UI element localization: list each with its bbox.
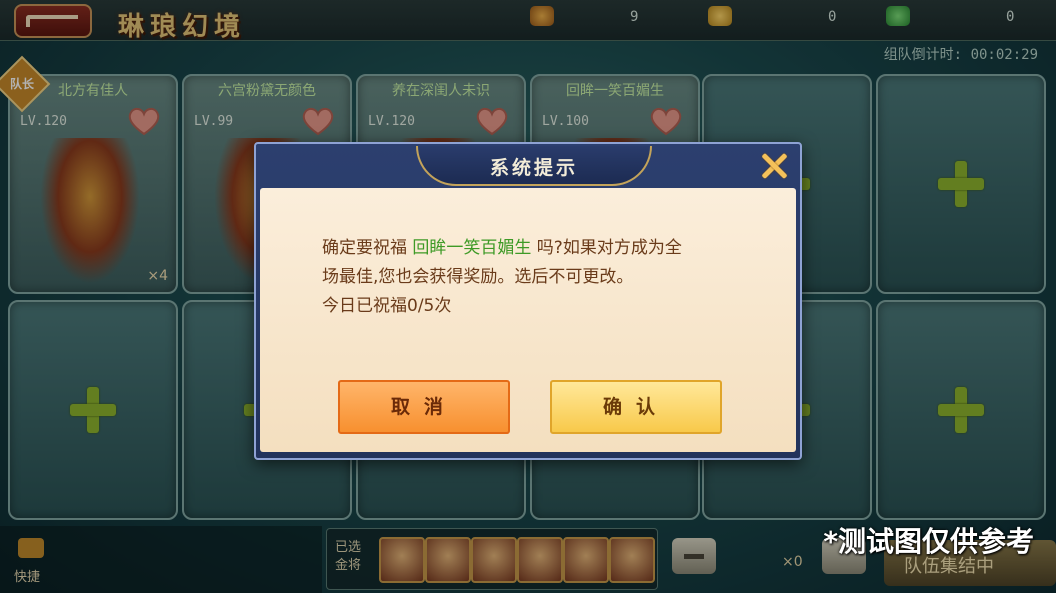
dialog-title-tab: 系统提示 <box>416 146 652 186</box>
bless-count-text: 今日已祝福0/5次 <box>322 296 452 316</box>
watermark-text: *测试图仅供参考 <box>823 525 1034 558</box>
target-player-name: 回眸一笑百媚生 <box>412 238 532 258</box>
dialog-body: 确定要祝福 回眸一笑百媚生 吗?如果对方成为全 场最佳,您也会获得奖励。选后不可… <box>260 188 796 452</box>
message-line-2: 场最佳,您也会获得奖励。选后不可更改。 <box>322 267 634 287</box>
system-prompt-dialog: 系统提示 确定要祝福 回眸一笑百媚生 吗?如果对方成为全 场最佳,您也会获得奖励… <box>254 142 802 460</box>
close-icon[interactable] <box>758 150 790 182</box>
cancel-button[interactable]: 取消 <box>338 380 510 434</box>
message-suffix: 吗?如果对方成为全 <box>531 238 682 258</box>
confirm-button[interactable]: 确认 <box>550 380 722 434</box>
dialog-message: 确定要祝福 回眸一笑百媚生 吗?如果对方成为全 场最佳,您也会获得奖励。选后不可… <box>322 234 752 321</box>
dialog-title: 系统提示 <box>489 157 578 179</box>
message-prefix: 确定要祝福 <box>322 238 413 258</box>
